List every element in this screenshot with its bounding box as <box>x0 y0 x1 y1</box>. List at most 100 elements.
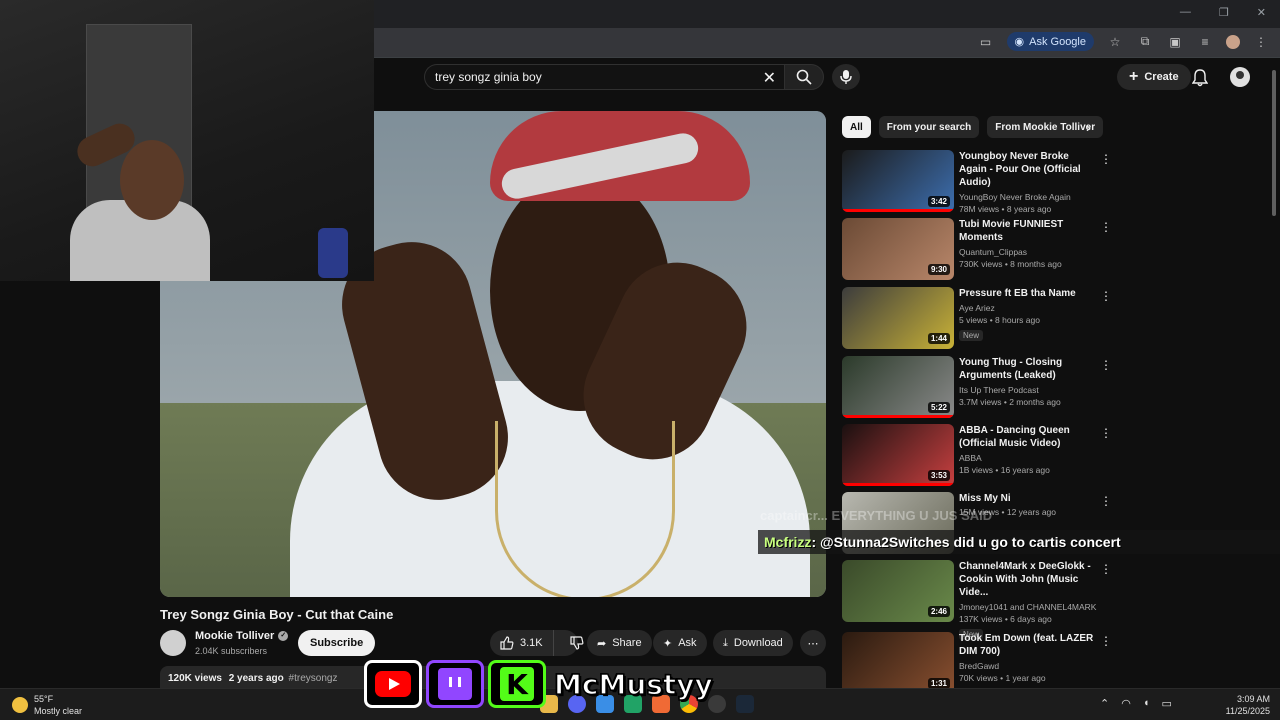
video-duration: 9:30 <box>927 264 950 275</box>
recommendation-title[interactable]: Pressure ft EB tha Name <box>959 287 1097 300</box>
like-button[interactable]: 3.1K <box>490 630 554 656</box>
recommendation-title[interactable]: ABBA - Dancing Queen (Official Music Vid… <box>959 424 1097 450</box>
recommendation-title[interactable]: Channel4Mark x DeeGlokk - Cookin With Jo… <box>959 560 1097 599</box>
profile-avatar[interactable] <box>1226 34 1240 49</box>
recommendation-thumbnail[interactable]: 1:31 <box>842 632 954 694</box>
recommendation-thumbnail[interactable]: 2:46 <box>842 560 954 622</box>
recommendation-channel[interactable]: Quantum_Clippas <box>959 247 1097 257</box>
more-vertical-icon[interactable]: ⋮ <box>1100 358 1112 372</box>
recommendation-item[interactable]: 3:53 ABBA - Dancing Queen (Official Music… <box>842 424 1112 488</box>
video-duration: 3:42 <box>927 196 950 207</box>
video-frame-chain <box>495 421 675 597</box>
twitch-logo-icon <box>438 668 472 700</box>
chip-from-your-search[interactable]: From your search <box>878 116 980 138</box>
recommendation-thumbnail[interactable]: 3:42 <box>842 150 954 212</box>
download-icon: ⤓ <box>723 636 728 649</box>
recommendation-info: Young Thug - Closing Arguments (Leaked) I… <box>959 356 1097 407</box>
temperature: 55°F <box>34 694 54 704</box>
create-button[interactable]: + Create <box>1117 64 1191 90</box>
more-vertical-icon[interactable]: ⋮ <box>1100 562 1112 576</box>
more-actions-button[interactable]: ⋯ <box>800 630 826 656</box>
account-avatar[interactable] <box>1230 67 1250 87</box>
more-vertical-icon[interactable]: ⋮ <box>1100 494 1112 508</box>
hashtag-link[interactable]: #treysongz <box>289 673 338 684</box>
stream-branding: K McMustyy <box>364 658 714 710</box>
more-vertical-icon[interactable]: ⋮ <box>1100 426 1112 440</box>
recommendation-item[interactable]: 2:46 Channel4Mark x DeeGlokk - Cookin Wit… <box>842 560 1112 640</box>
more-vertical-icon[interactable]: ⋮ <box>1100 220 1112 234</box>
subscribe-button[interactable]: Subscribe <box>298 630 376 656</box>
recommendation-title[interactable]: Youngboy Never Broke Again - Pour One (O… <box>959 150 1097 189</box>
media-icon[interactable]: ≡ <box>1196 33 1214 51</box>
recommendation-item[interactable]: 1:31 Took Em Down (feat. LAZER DIM 700) Br… <box>842 632 1112 696</box>
ask-button[interactable]: ✦ Ask <box>653 630 707 656</box>
minimize-icon[interactable]: — <box>1180 6 1191 19</box>
steam-icon[interactable] <box>736 695 754 713</box>
recommendation-channel[interactable]: BredGawd <box>959 661 1097 671</box>
more-vertical-icon[interactable]: ⋮ <box>1100 152 1112 166</box>
bookmark-star-icon[interactable]: ☆ <box>1106 33 1124 51</box>
ask-google-button[interactable]: ◉ Ask Google <box>1006 32 1094 51</box>
chip-all[interactable]: All <box>842 116 871 138</box>
recommendation-channel[interactable]: YoungBoy Never Broke Again <box>959 192 1097 202</box>
thumbs-down-icon <box>570 636 584 650</box>
recommendation-title[interactable]: Young Thug - Closing Arguments (Leaked) <box>959 356 1097 382</box>
cast-icon[interactable]: ▭ <box>977 33 995 51</box>
recommendation-title[interactable]: Tubi Movie FUNNIEST Moments <box>959 218 1097 244</box>
chevron-up-icon[interactable]: ⌃ <box>1100 697 1109 710</box>
recommendation-thumbnail[interactable]: 9:30 <box>842 218 954 280</box>
restore-icon[interactable]: ❐ <box>1219 6 1229 19</box>
more-vertical-icon[interactable]: ⋮ <box>1100 634 1112 648</box>
share-arrow-icon: ➦ <box>597 637 607 650</box>
recommendation-channel[interactable]: Its Up There Podcast <box>959 385 1097 395</box>
new-badge: New <box>959 330 984 341</box>
channel-name[interactable]: Mookie Tolliver ✓ <box>195 630 289 642</box>
share-button[interactable]: ➦ Share <box>587 630 652 656</box>
recommendation-info: Youngboy Never Broke Again - Pour One (O… <box>959 150 1097 214</box>
recommendation-title[interactable]: Took Em Down (feat. LAZER DIM 700) <box>959 632 1097 658</box>
weather-widget[interactable]: 55°F Mostly clear <box>12 693 82 717</box>
notifications-bell-icon[interactable] <box>1191 69 1209 92</box>
download-button[interactable]: ⤓ Download <box>713 630 793 656</box>
recommendation-info: Tubi Movie FUNNIEST Moments Quantum_Clipp… <box>959 218 1097 269</box>
recommendation-channel[interactable]: ABBA <box>959 453 1097 463</box>
microphone-icon <box>840 70 852 84</box>
webcam-person-head <box>120 140 184 220</box>
clock[interactable]: 3:09 AM 11/25/2025 <box>1220 693 1270 717</box>
chevron-right-icon[interactable]: › <box>1086 119 1091 135</box>
recommendation-thumbnail[interactable]: 1:44 <box>842 287 954 349</box>
recommendation-item[interactable]: 1:44 Pressure ft EB tha Name Aye Ariez 5 vi… <box>842 287 1112 351</box>
recommendation-channel[interactable]: Aye Ariez <box>959 303 1097 313</box>
volume-icon[interactable]: ◖ <box>1143 697 1150 710</box>
upload-age: 2 years ago <box>228 673 284 684</box>
webcam-bottle <box>318 228 348 278</box>
youtube-logo-icon <box>375 671 411 697</box>
channel-avatar[interactable] <box>160 630 186 656</box>
recommendation-item[interactable]: 5:22 Young Thug - Closing Arguments (Leak… <box>842 356 1112 420</box>
watched-progress-bar <box>842 415 954 418</box>
more-vertical-icon[interactable]: ⋮ <box>1100 289 1112 303</box>
menu-dots-icon[interactable]: ⋮ <box>1252 33 1270 51</box>
search-button[interactable] <box>784 64 824 90</box>
recommendation-item[interactable]: 3:42 Youngboy Never Broke Again - Pour On… <box>842 150 1112 214</box>
clear-search-icon[interactable]: ✕ <box>763 68 776 88</box>
extensions-icon[interactable]: ⧉ <box>1136 33 1154 51</box>
plus-icon: + <box>1129 68 1139 85</box>
recommendation-channel[interactable]: Jmoney1041 and CHANNEL4MARK <box>959 602 1097 612</box>
voice-search-button[interactable] <box>832 64 860 90</box>
scrollbar-thumb[interactable] <box>1272 70 1276 216</box>
wifi-icon[interactable]: ◠ <box>1121 697 1131 710</box>
lens-icon: ◉ <box>1014 36 1025 48</box>
tab-search-icon[interactable]: ▣ <box>1166 33 1184 51</box>
recommendation-thumbnail[interactable]: 5:22 <box>842 356 954 418</box>
subscriber-count: 2.04K subscribers <box>195 646 268 656</box>
battery-icon[interactable]: ▭ <box>1161 697 1171 710</box>
recommendation-title[interactable]: Miss My Ni <box>959 492 1097 505</box>
recommendation-thumbnail[interactable]: 3:53 <box>842 424 954 486</box>
view-count: 120K views <box>168 673 222 684</box>
close-icon[interactable]: ✕ <box>1257 6 1266 19</box>
system-tray: ⌃ ◠ ◖ ▭ <box>1100 697 1172 710</box>
search-input[interactable]: trey songz ginia boy ✕ <box>424 64 784 90</box>
recommendation-item[interactable]: 9:30 Tubi Movie FUNNIEST Moments Quantum_C… <box>842 218 1112 282</box>
chat-message: Mcfrizz: @Stunna2Switches did u go to ca… <box>764 534 1121 550</box>
